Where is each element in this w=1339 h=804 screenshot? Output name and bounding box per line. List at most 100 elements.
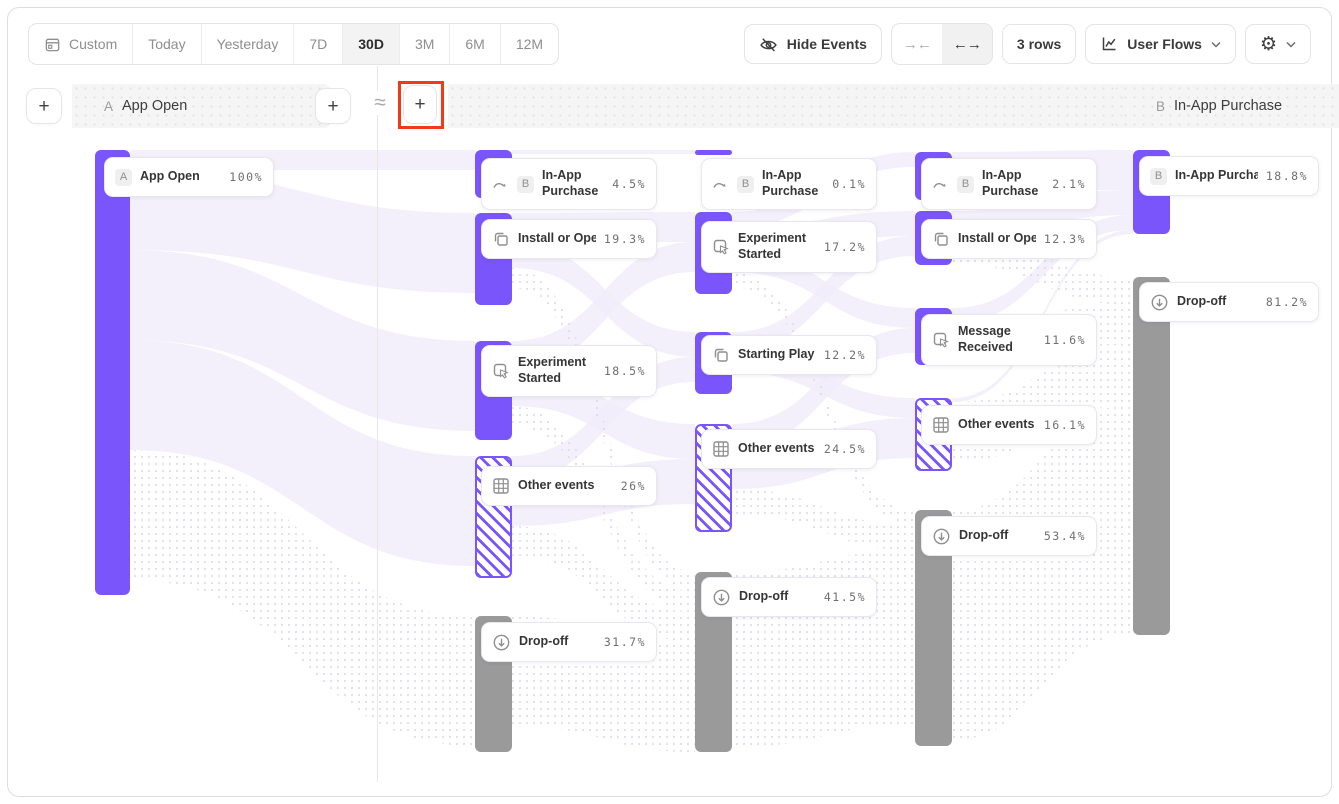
flow-card-app-open[interactable]: AApp Open100% [104, 157, 274, 197]
event-percentage: 31.7% [604, 635, 646, 649]
date-range-6m[interactable]: 6M [450, 24, 500, 64]
flow-bar-app-open[interactable] [95, 150, 130, 595]
flow-card-experiment-started[interactable]: Experiment Started 17.2% [701, 221, 877, 273]
flow-ribbon [732, 489, 915, 550]
flow-card-drop-off[interactable]: Drop-off 31.7% [481, 622, 657, 662]
step-band-4[interactable] [892, 84, 1130, 128]
event-percentage: 18.5% [604, 364, 646, 378]
chevron-down-icon [1211, 41, 1221, 48]
click-icon [712, 238, 730, 256]
step-badge-b: B [1156, 99, 1165, 114]
down-icon [712, 588, 731, 607]
date-range-12m[interactable]: 12M [501, 24, 558, 64]
event-percentage: 4.5% [612, 177, 646, 191]
event-percentage: 18.8% [1266, 169, 1308, 183]
event-label: Other events [958, 417, 1036, 433]
event-label: Experiment Started [518, 355, 596, 386]
add-step-after-a-button[interactable]: + [315, 88, 351, 124]
down-icon [492, 633, 511, 652]
step-label: B In-App Purchase [1156, 98, 1282, 114]
step-band-app-open[interactable]: A App Open [72, 84, 344, 128]
click-icon [932, 331, 950, 349]
step-label: A App Open [104, 98, 187, 114]
event-percentage: 26% [621, 479, 646, 493]
flow-card-other-events[interactable]: Other events26% [481, 466, 657, 506]
grid-icon [712, 440, 730, 458]
trend-icon [932, 176, 949, 193]
event-percentage: 100% [229, 170, 263, 184]
add-step-start-button[interactable]: + [26, 88, 62, 124]
grid-icon [492, 477, 510, 495]
event-label: In-App Purchase [982, 168, 1044, 199]
gear-icon: ⚙ [1260, 35, 1277, 54]
date-range-7d[interactable]: 7D [294, 24, 343, 64]
event-label: In-App Purchase [762, 168, 824, 199]
event-label: In-App Purchase [1175, 168, 1258, 184]
width-toggle: →← ←→ [891, 23, 993, 65]
toolbar: CustomTodayYesterday7D30D3M6M12M Hide Ev… [28, 24, 1311, 64]
flow-card-other-events[interactable]: Other events24.5% [701, 429, 877, 469]
down-icon [932, 527, 951, 546]
step-band-2[interactable] [448, 84, 690, 128]
step-band-in-app-purchase[interactable]: B In-App Purchase [1112, 84, 1339, 128]
flow-card-in-app-purchase[interactable]: BIn-App Purchase2.1% [921, 158, 1097, 210]
date-range-3m[interactable]: 3M [400, 24, 450, 64]
event-label: Message Received [958, 324, 1036, 355]
flow-card-other-events[interactable]: Other events16.1% [921, 405, 1097, 445]
date-range-30d[interactable]: 30D [343, 24, 400, 64]
date-range-selector: CustomTodayYesterday7D30D3M6M12M [28, 23, 559, 65]
toolbar-right: Hide Events →← ←→ 3 rows User Flows ⚙ [744, 23, 1311, 65]
event-label: In-App Purchase [542, 168, 604, 199]
collapsed-steps-indicator[interactable]: ≈ [367, 91, 393, 115]
add-step-button[interactable]: + [403, 85, 437, 124]
event-label: Experiment Started [738, 231, 816, 262]
flow-card-drop-off[interactable]: Drop-off53.4% [921, 516, 1097, 556]
flow-card-drop-off[interactable]: Drop-off81.2% [1139, 282, 1319, 322]
flow-card-drop-off[interactable]: Drop-off41.5% [701, 577, 877, 617]
event-percentage: 12.2% [824, 348, 866, 362]
hide-events-button[interactable]: Hide Events [744, 24, 882, 64]
event-percentage: 17.2% [824, 240, 866, 254]
click-icon [492, 362, 510, 380]
event-percentage: 12.3% [1044, 232, 1086, 246]
flow-ribbon [512, 150, 695, 154]
flow-card-message-received[interactable]: Message Received 11.6% [921, 314, 1097, 366]
down-icon [1150, 293, 1169, 312]
chevron-down-icon [1286, 41, 1296, 48]
event-percentage: 81.2% [1266, 295, 1308, 309]
event-percentage: 11.6% [1044, 333, 1086, 347]
compress-columns-button[interactable]: →← [892, 24, 942, 64]
event-label: Starting Play [738, 347, 816, 363]
view-type-dropdown[interactable]: User Flows [1085, 24, 1236, 64]
event-badge-b: B [1150, 168, 1167, 185]
trend-icon [712, 176, 729, 193]
event-label: Drop-off [519, 634, 596, 650]
event-percentage: 53.4% [1044, 529, 1086, 543]
flows-chart-icon [1100, 35, 1118, 53]
flow-card-install-or-open[interactable]: Install or Open19.3% [481, 219, 657, 259]
date-range-custom[interactable]: Custom [29, 24, 133, 64]
flow-bar-in-app-purchase[interactable] [695, 150, 732, 155]
flow-card-install-or-open[interactable]: Install or Open 12.3% [921, 219, 1097, 259]
flow-card-in-app-purchase[interactable]: B In-App Purchase 18.8% [1139, 156, 1319, 196]
flow-card-in-app-purchase[interactable]: BIn-App Purchase0.1% [701, 158, 877, 210]
calendar-icon [44, 36, 61, 53]
event-percentage: 19.3% [604, 232, 646, 246]
step-band-3[interactable] [672, 84, 910, 128]
app-icon [932, 230, 950, 248]
expand-columns-button[interactable]: ←→ [942, 24, 992, 64]
rows-button[interactable]: 3 rows [1002, 24, 1076, 64]
date-range-yesterday[interactable]: Yesterday [202, 24, 295, 64]
flow-card-experiment-started[interactable]: Experiment Started 18.5% [481, 345, 657, 397]
eye-off-icon [759, 35, 778, 54]
date-range-today[interactable]: Today [133, 24, 201, 64]
trend-icon [492, 176, 509, 193]
event-label: Drop-off [739, 589, 816, 605]
flow-card-starting-play[interactable]: Starting Play 12.2% [701, 335, 877, 375]
settings-dropdown[interactable]: ⚙ [1245, 24, 1311, 64]
app-icon [712, 346, 730, 364]
flow-bar-drop-off[interactable] [1133, 277, 1170, 635]
step-badge-a: A [104, 99, 113, 114]
event-label: Install or Open [958, 231, 1036, 247]
flow-card-in-app-purchase[interactable]: BIn-App Purchase4.5% [481, 158, 657, 210]
